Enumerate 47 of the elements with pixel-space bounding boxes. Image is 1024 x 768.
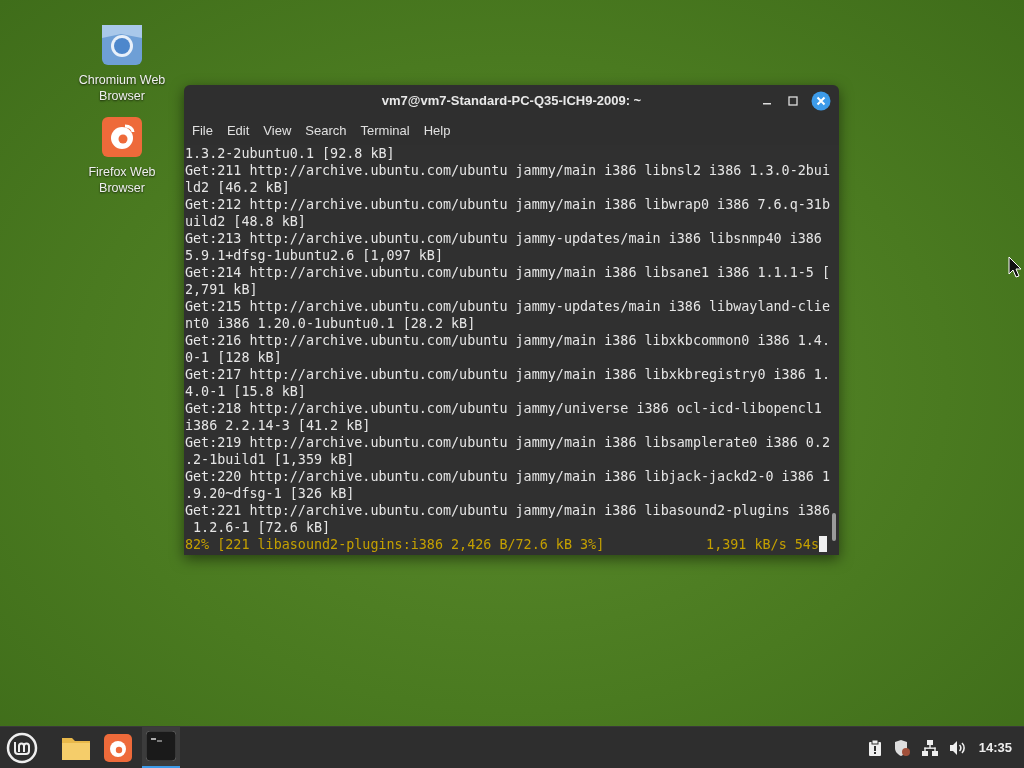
menu-item[interactable]: View	[257, 119, 298, 143]
menu-item[interactable]: File	[186, 119, 219, 143]
terminal-output-line: Get:219 http://archive.ubuntu.com/ubuntu jammy/main i386 libsamplerate0 i386 0.2	[185, 434, 830, 451]
window-title: vm7@vm7-Standard-PC-Q35-ICH9-2009: ~	[381, 92, 642, 111]
terminal-output-line: Get:214 http://archive.ubuntu.com/ubuntu jammy/main i386 libsane1 i386 1.1.1-5 [	[185, 264, 830, 281]
terminal-output-line: 0-1 [128 kB]	[185, 349, 283, 366]
terminal-output-line: Get:216 http://archive.ubuntu.com/ubuntu jammy/main i386 libxkbcommon0 i386 1.4.	[185, 332, 830, 349]
terminal-output-line: .9.20~dfsg-1 [326 kB]	[185, 485, 356, 502]
progress-status: 82% [221 libasound2-plugins:i386 2,426 B/72.6 kB 3%]	[185, 536, 605, 553]
terminal-output-line: 4.0-1 [15.8 kB]	[185, 383, 307, 400]
download-speed: 1,391 kB/s 54s	[706, 536, 819, 553]
network-icon[interactable]	[920, 738, 939, 757]
menu-item[interactable]: Search	[299, 119, 353, 143]
menu-item[interactable]: Terminal	[354, 119, 416, 143]
terminal-output-line: uild2 [48.8 kB]	[185, 213, 307, 230]
terminal-output-line: Get:221 http://archive.ubuntu.com/ubuntu jammy/main i386 libasound2-plugins i386	[185, 502, 830, 519]
terminal-output-line: 2,791 kB]	[185, 281, 259, 298]
text-cursor	[818, 536, 827, 552]
browser-globe-icon[interactable]	[101, 24, 143, 66]
terminal-output-line: 1.2.6-1 [72.6 kB]	[192, 519, 332, 536]
clock[interactable]: 14:35	[978, 737, 1012, 758]
desktop-icon-label[interactable]: Chromium Web Browser	[72, 72, 172, 104]
terminal-output-line: Get:220 http://archive.ubuntu.com/ubuntu jammy/main i386 libjack-jackd2-0 i386 1	[185, 468, 830, 485]
shield-icon[interactable]	[892, 738, 911, 757]
terminal-output-line: Get:215 http://archive.ubuntu.com/ubuntu jammy-updates/main i386 libwayland-clie	[185, 298, 830, 315]
terminal-output-line: Get:217 http://archive.ubuntu.com/ubuntu jammy/main i386 libxkbregistry0 i386 1.	[185, 366, 830, 383]
terminal-output-line: nt0 i386 1.20.0-1ubuntu0.1 [28.2 kB]	[185, 315, 477, 332]
close-button[interactable]	[811, 91, 831, 111]
terminal-output-line: 1.3.2-2ubuntu0.1 [92.8 kB]	[185, 145, 396, 162]
menu-item[interactable]: Edit	[220, 119, 256, 143]
terminal-output-line: Get:211 http://archive.ubuntu.com/ubuntu jammy/main i386 libnsl2 i386 1.3.0-2bui	[185, 162, 830, 179]
terminal-output-line: Get:212 http://archive.ubuntu.com/ubuntu jammy/main i386 libwrap0 i386 7.6.q-31b	[185, 196, 830, 213]
terminal-output-line: Get:218 http://archive.ubuntu.com/ubuntu jammy/universe i386 ocl-icd-libopencl1	[185, 400, 823, 417]
terminal-output-line: Get:213 http://archive.ubuntu.com/ubuntu jammy-updates/main i386 libsnmp40 i386	[185, 230, 823, 247]
maximize-button[interactable]	[785, 93, 801, 109]
terminal-output-line: ld2 [46.2 kB]	[185, 179, 291, 196]
terminal-output-line: 5.9.1+dfsg-1ubuntu2.6 [1,097 kB]	[185, 247, 444, 264]
clipboard-icon[interactable]	[866, 738, 883, 757]
menu-logo-icon[interactable]	[6, 731, 38, 764]
mouse-pointer-icon	[1008, 256, 1022, 278]
menu-item[interactable]: Help	[417, 119, 457, 143]
scrollbar-thumb[interactable]	[832, 513, 837, 541]
taskbar-app-button[interactable]	[142, 726, 180, 768]
terminal-output-line: .2-1build1 [1,359 kB]	[185, 451, 356, 468]
terminal-output-line: i386 2.2.14-3 [41.2 kB]	[185, 417, 372, 434]
desktop-icon-label[interactable]: Firefox Web Browser	[72, 164, 172, 196]
terminal-icon	[146, 731, 176, 761]
